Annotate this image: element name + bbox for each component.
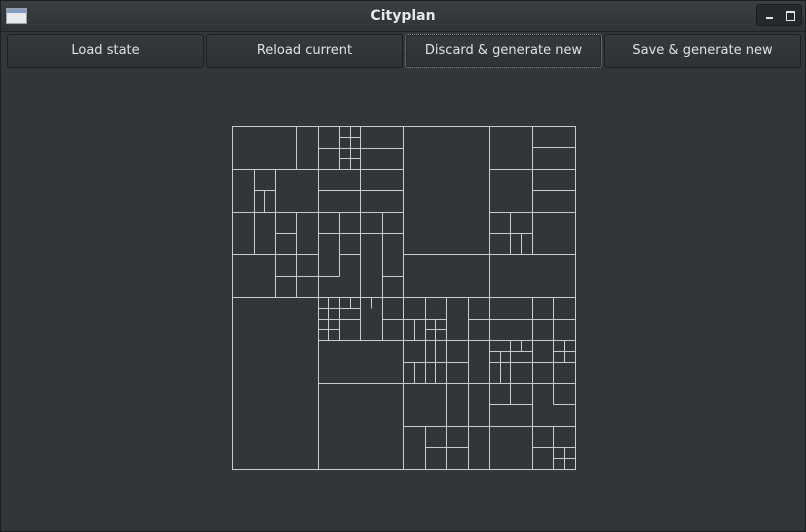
window-controls: [756, 4, 802, 26]
save-generate-new-button[interactable]: Save & generate new: [604, 34, 801, 68]
discard-generate-new-button[interactable]: Discard & generate new: [405, 34, 602, 68]
maximize-icon[interactable]: [782, 8, 798, 22]
reload-current-button[interactable]: Reload current: [206, 34, 403, 68]
minimize-icon[interactable]: [762, 8, 778, 22]
load-state-button[interactable]: Load state: [7, 34, 204, 68]
city-map-canvas[interactable]: [232, 126, 576, 470]
title-bar[interactable]: Cityplan: [1, 1, 805, 32]
toolbar: Load state Reload current Discard & gene…: [7, 34, 801, 68]
app-window: Cityplan Load state Reload current Disca…: [0, 0, 806, 532]
window-title: Cityplan: [370, 8, 436, 24]
city-map-svg: [232, 126, 576, 470]
